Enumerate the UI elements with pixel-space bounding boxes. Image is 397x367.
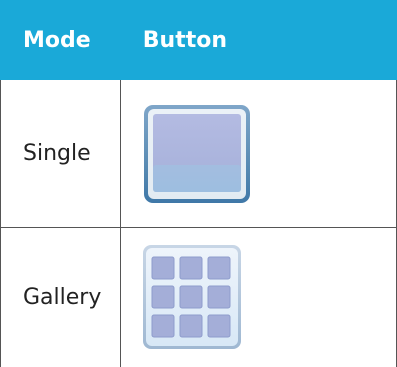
table-header-row: Mode Button xyxy=(0,0,397,80)
single-view-icon[interactable] xyxy=(142,103,252,205)
mode-label-gallery: Gallery xyxy=(0,227,121,367)
mode-label-single: Single xyxy=(0,79,121,228)
button-cell-single xyxy=(119,79,397,228)
mode-button-table: Mode Button Single Gallery xyxy=(0,0,397,367)
table-row: Single xyxy=(0,79,397,228)
mode-column-header: Mode xyxy=(0,0,121,80)
table-row: Gallery xyxy=(0,227,397,367)
gallery-view-icon[interactable] xyxy=(142,244,242,350)
button-cell-gallery xyxy=(119,227,397,367)
button-column-header: Button xyxy=(119,0,397,80)
